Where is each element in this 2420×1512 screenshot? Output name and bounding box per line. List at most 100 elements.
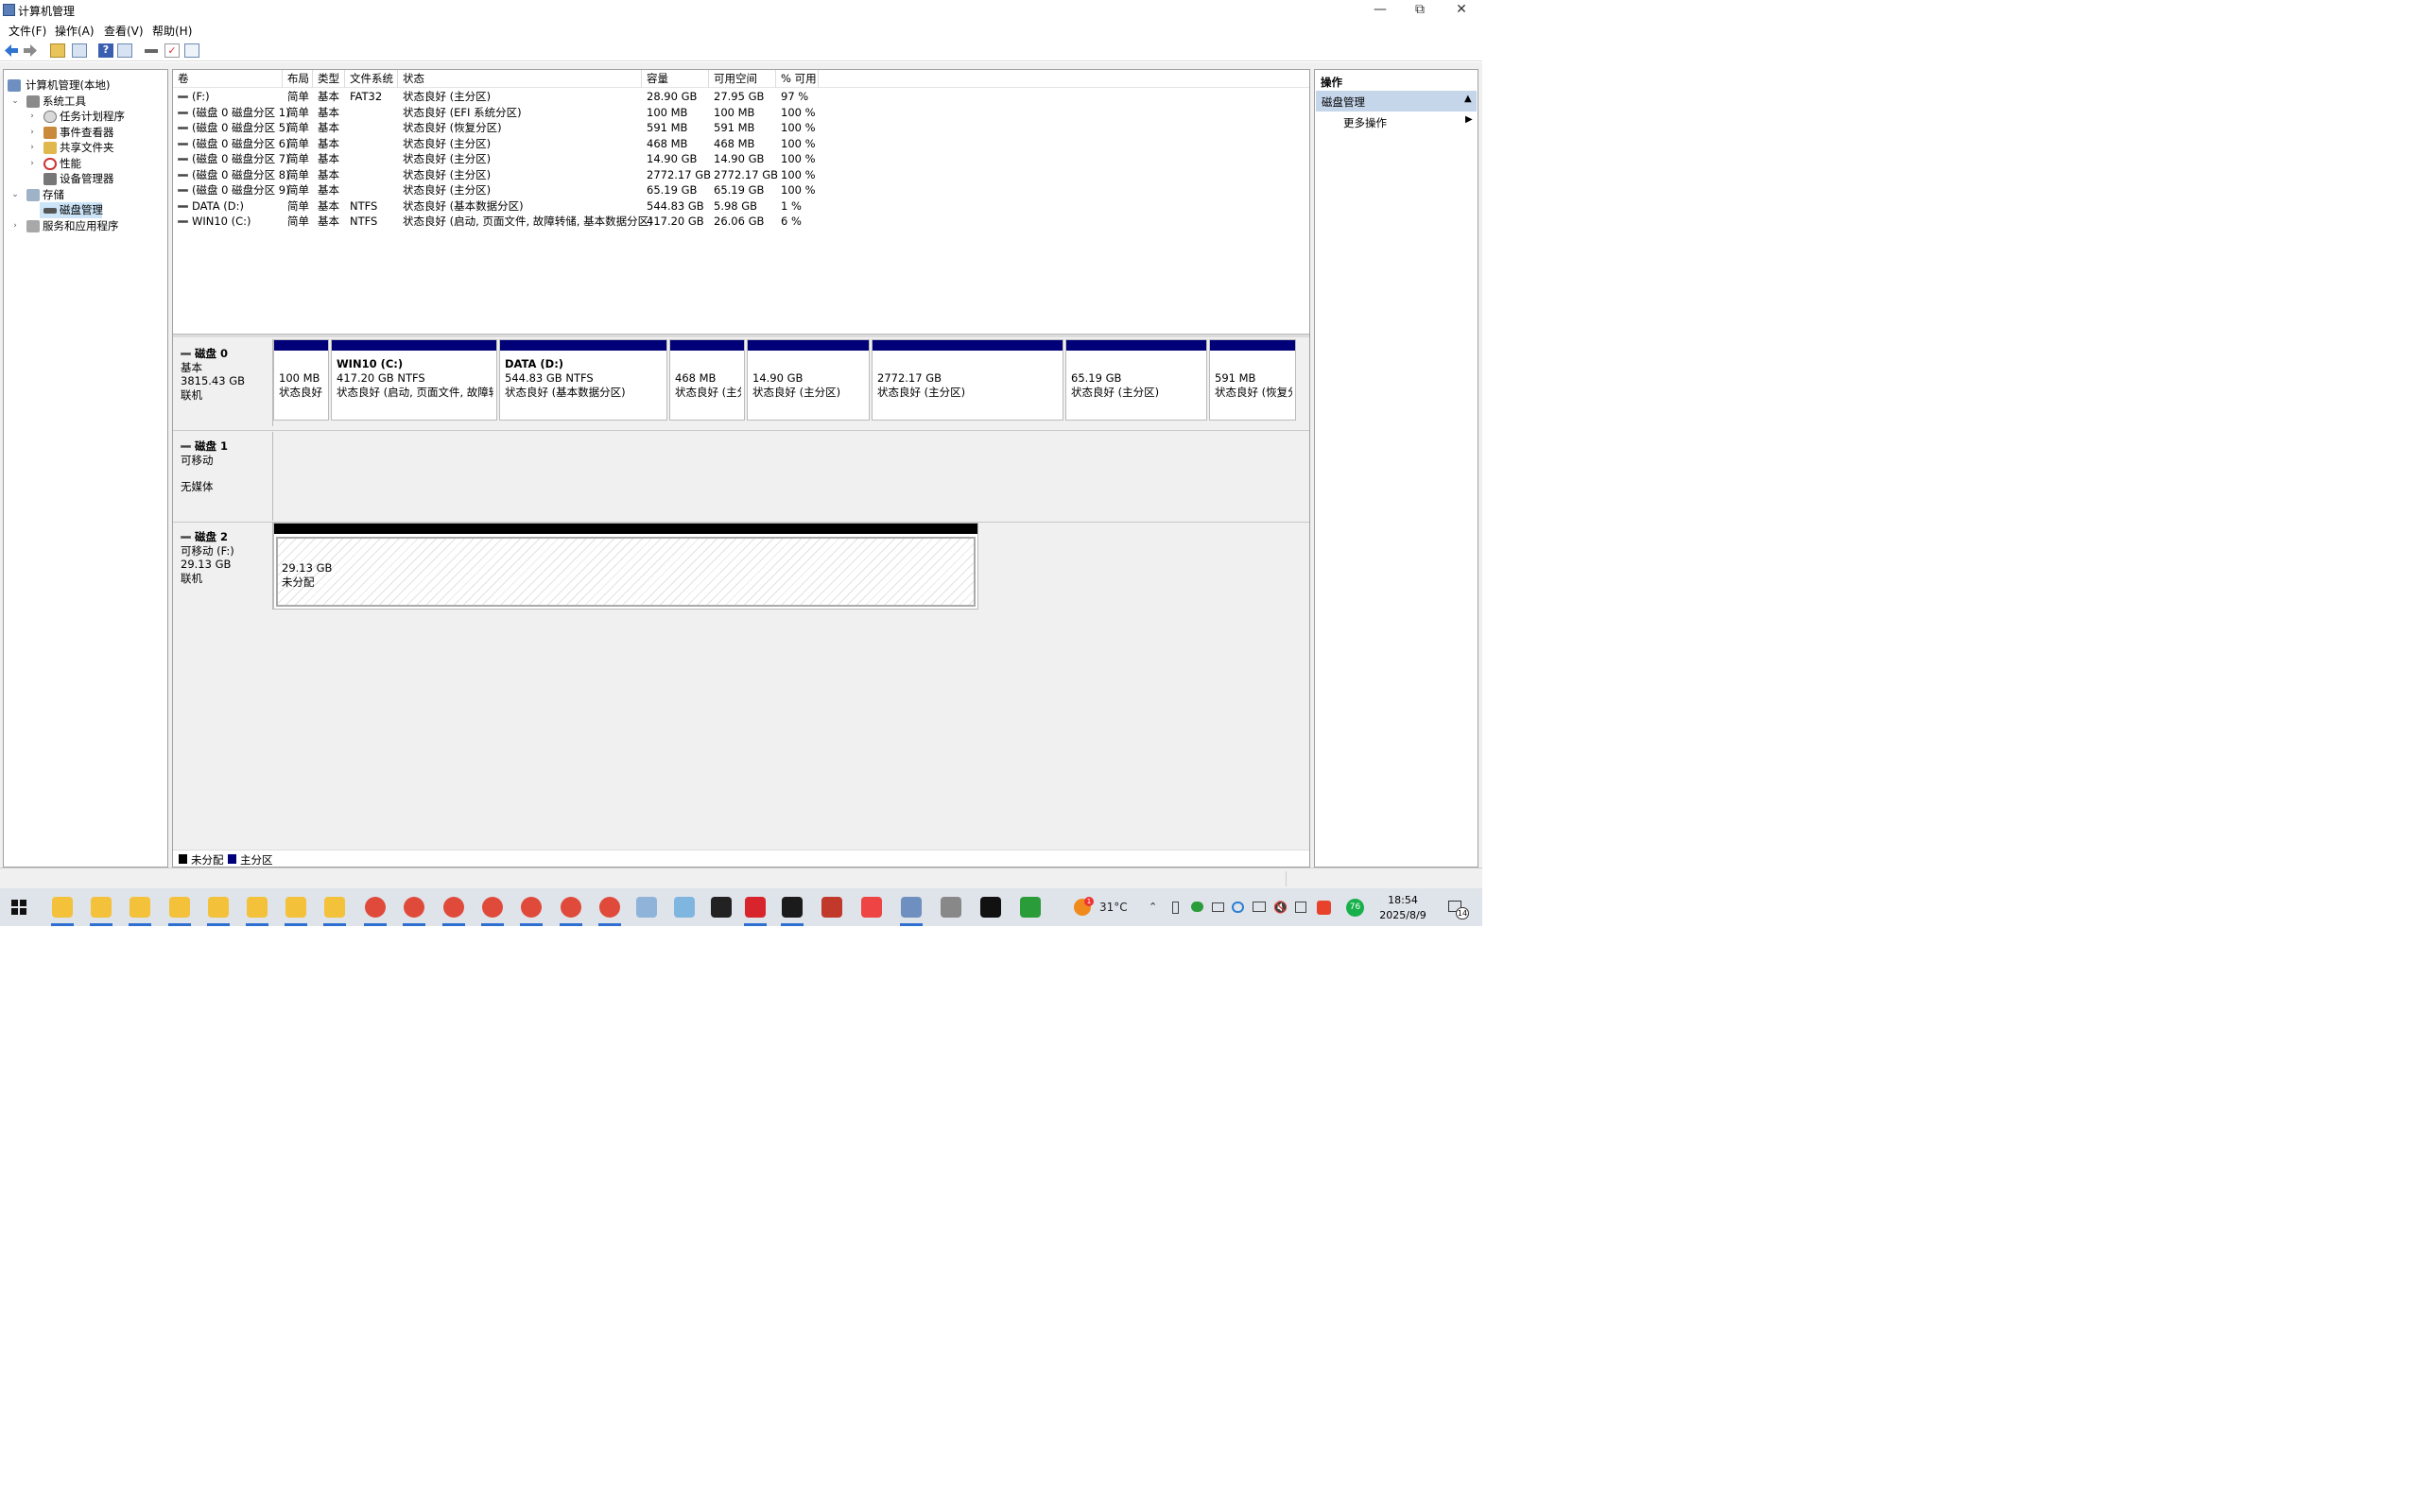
restore-button[interactable]: ⧉ <box>1399 0 1441 21</box>
header-filesystem[interactable]: 文件系统 <box>345 70 398 88</box>
table-row[interactable]: (磁盘 0 磁盘分区 7) 简单 基本 状态良好 (主分区) 14.90 GB 14.90… <box>173 151 1309 167</box>
chrome-icon[interactable] <box>365 897 386 918</box>
tools-icon[interactable] <box>941 897 961 918</box>
settings-list-icon[interactable] <box>184 43 199 58</box>
chevron-right-icon[interactable]: › <box>10 218 20 233</box>
disk0-partition[interactable]: DATA (D:) 544.83 GB NTFS 状态良好 (基本数据分区) <box>499 339 667 421</box>
volume-icon <box>178 111 188 114</box>
header-capacity[interactable]: 容量 <box>642 70 709 88</box>
chevron-right-icon[interactable]: › <box>27 125 37 140</box>
file-explorer-icon[interactable] <box>247 897 268 918</box>
menu-action[interactable]: 操作(A) <box>55 23 95 39</box>
chevron-right-icon[interactable]: › <box>27 109 37 124</box>
collapse-icon[interactable]: ▲ <box>1464 94 1472 104</box>
chrome-icon[interactable] <box>599 897 620 918</box>
file-explorer-icon[interactable] <box>208 897 229 918</box>
tree-item-disk-management[interactable]: 磁盘管理 <box>40 202 103 218</box>
ime-icon[interactable] <box>1295 902 1306 913</box>
chrome-icon[interactable] <box>443 897 464 918</box>
cell-text: 6 % <box>781 215 802 228</box>
file-explorer-icon[interactable] <box>324 897 345 918</box>
clock-time[interactable]: 18:54 <box>1378 894 1427 906</box>
volume-muted-icon[interactable]: 🔇 <box>1273 901 1288 914</box>
disk1-header[interactable]: 磁盘 1 可移动 无媒体 <box>173 432 273 521</box>
security-badge[interactable]: 76 <box>1346 899 1364 917</box>
menu-file[interactable]: 文件(F) <box>9 23 46 39</box>
disk0-partition[interactable]: 468 MB状态良好 (主分区) <box>669 339 745 421</box>
back-arrow-icon[interactable] <box>4 43 19 58</box>
forward-arrow-icon[interactable] <box>23 43 38 58</box>
table-row[interactable]: (磁盘 0 磁盘分区 6) 简单 基本 状态良好 (主分区) 468 MB 468 MB 1… <box>173 136 1309 152</box>
chrome-icon[interactable] <box>561 897 581 918</box>
wechat-icon[interactable] <box>1020 897 1041 918</box>
usb-icon[interactable] <box>1172 902 1179 914</box>
disk0-partition[interactable]: 14.90 GB 状态良好 (主分区) <box>747 339 870 421</box>
header-percent-free[interactable]: % 可用 <box>776 70 819 88</box>
disk0-header[interactable]: 磁盘 0 基本 3815.43 GB 联机 <box>173 339 273 426</box>
windows-start-icon[interactable] <box>11 900 26 915</box>
sogou-icon[interactable] <box>1317 901 1331 915</box>
disk0-partition[interactable]: 2772.17 GB 状态良好 (主分区) <box>872 339 1063 421</box>
disk0-partition[interactable]: WIN10 (C:) 417.20 GB NTFS 状态良好 (启动, 页面文件, … <box>331 339 497 421</box>
header-layout[interactable]: 布局 <box>283 70 313 88</box>
disk0-partition[interactable]: 65.19 GB 状态良好 (主分区) <box>1065 339 1207 421</box>
wechat-tray-icon[interactable] <box>1191 902 1203 912</box>
notepad-icon[interactable] <box>674 897 695 918</box>
minimize-button[interactable]: — <box>1359 0 1401 21</box>
disk2-header[interactable]: 磁盘 2 可移动 (F:) 29.13 GB 联机 <box>173 523 273 610</box>
table-row[interactable]: (磁盘 0 磁盘分区 5) 简单 基本 状态良好 (恢复分区) 591 MB 591 MB… <box>173 120 1309 136</box>
computer-management-icon[interactable] <box>901 897 922 918</box>
more-actions-item[interactable]: 更多操作 ▶ <box>1316 113 1477 130</box>
header-free-space[interactable]: 可用空间 <box>709 70 776 88</box>
chrome-icon[interactable] <box>482 897 503 918</box>
properties-pane-icon[interactable] <box>117 43 132 58</box>
paint-icon[interactable] <box>636 897 657 918</box>
file-explorer-icon[interactable] <box>130 897 150 918</box>
table-row[interactable]: (磁盘 0 磁盘分区 1) 简单 基本 状态良好 (EFI 系统分区) 100 MB 10… <box>173 105 1309 121</box>
chevron-down-icon[interactable]: ⌄ <box>10 187 20 202</box>
wps-icon[interactable] <box>745 897 766 918</box>
check-icon[interactable]: ✓ <box>164 43 180 58</box>
file-explorer-icon[interactable] <box>285 897 306 918</box>
chevron-up-icon[interactable]: ⌃ <box>1149 901 1157 913</box>
header-type[interactable]: 类型 <box>313 70 345 88</box>
connect-drive-icon[interactable] <box>144 43 159 58</box>
header-volume[interactable]: 卷 <box>173 70 283 88</box>
chrome-icon[interactable] <box>521 897 542 918</box>
disk0-partition[interactable]: 591 MB状态良好 (恢复分区) <box>1209 339 1296 421</box>
actions-section-disk-management[interactable]: 磁盘管理 ▲ <box>1316 91 1477 112</box>
chevron-down-icon[interactable]: ⌄ <box>10 94 20 109</box>
qq-icon[interactable] <box>980 897 1001 918</box>
temperature[interactable]: 31°C <box>1099 901 1128 914</box>
close-button[interactable]: ✕ <box>1441 0 1482 21</box>
table-row[interactable]: (磁盘 0 磁盘分区 9) 简单 基本 状态良好 (主分区) 65.19 GB 65.19… <box>173 182 1309 198</box>
up-folder-icon[interactable] <box>50 43 65 58</box>
menu-help[interactable]: 帮助(H) <box>152 23 192 39</box>
file-explorer-icon[interactable] <box>169 897 190 918</box>
disk0-partition[interactable]: 100 MB状态良好 (EFI 系统分区) <box>273 339 329 421</box>
computer-icon <box>8 79 21 92</box>
chevron-right-icon[interactable]: › <box>27 140 37 155</box>
help-icon[interactable]: ? <box>98 43 113 58</box>
chevron-right-icon[interactable]: › <box>27 156 37 171</box>
show-hide-tree-icon[interactable] <box>72 43 87 58</box>
weibo-icon[interactable] <box>861 897 882 918</box>
display-icon[interactable] <box>1212 902 1224 912</box>
sync-icon[interactable] <box>1232 902 1244 913</box>
header-status[interactable]: 状态 <box>398 70 642 88</box>
title-bar: 计算机管理 — ⧉ ✕ <box>0 0 1482 21</box>
file-explorer-icon[interactable] <box>91 897 112 918</box>
terminal-icon[interactable] <box>711 897 732 918</box>
table-row[interactable]: (磁盘 0 磁盘分区 8) 简单 基本 状态良好 (主分区) 2772.17 GB 277… <box>173 167 1309 183</box>
disk2-unallocated-partition[interactable]: 29.13 GB 未分配 <box>276 537 976 607</box>
table-row[interactable]: WIN10 (C:) 简单 基本 NTFS 状态良好 (启动, 页面文件, 故障转储, … <box>173 214 1309 230</box>
table-row[interactable]: DATA (D:) 简单 基本 NTFS 状态良好 (基本数据分区) 544.83 GB 5… <box>173 198 1309 215</box>
menu-view[interactable]: 查看(V) <box>104 23 144 39</box>
ultraedit-icon[interactable] <box>782 897 803 918</box>
network-icon[interactable] <box>1253 902 1266 912</box>
table-row[interactable]: (F:) 简单 基本 FAT32 状态良好 (主分区) 28.90 GB 27.95 GB 9… <box>173 89 1309 105</box>
chrome-icon[interactable] <box>404 897 424 918</box>
file-explorer-icon[interactable] <box>52 897 73 918</box>
clock-date[interactable]: 2025/8/9 <box>1376 909 1429 921</box>
screenshot-icon[interactable] <box>821 897 842 918</box>
